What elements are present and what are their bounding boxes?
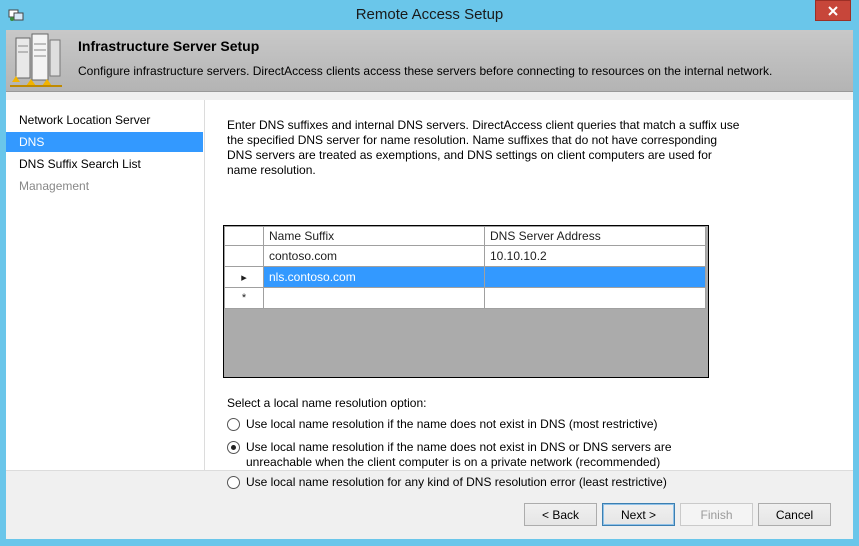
page-title: Infrastructure Server Setup	[78, 38, 260, 54]
content-pane: Enter DNS suffixes and internal DNS serv…	[205, 100, 853, 489]
table-row-selected[interactable]: ▸ nls.contoso.com	[224, 266, 706, 288]
nav-item-management: Management	[19, 179, 90, 193]
dns-server-cell[interactable]: 10.10.10.2	[484, 245, 706, 267]
window-title: Remote Access Setup	[355, 6, 504, 23]
dns-server-cell[interactable]	[484, 287, 706, 309]
radio-label[interactable]: Use local name resolution if the name do…	[246, 417, 658, 432]
nav-item-network-location-server[interactable]: Network Location Server	[6, 110, 203, 130]
resolution-option-label: Select a local name resolution option:	[227, 396, 427, 410]
dns-table: Name Suffix DNS Server Address contoso.c…	[224, 226, 706, 309]
name-suffix-cell[interactable]	[263, 287, 485, 309]
row-marker[interactable]	[224, 245, 264, 267]
wizard-nav: Network Location Server DNS DNS Suffix S…	[6, 100, 205, 470]
radio-option-most-restrictive[interactable]: Use local name resolution if the name do…	[227, 417, 687, 432]
title-bar: Remote Access Setup	[0, 0, 859, 30]
radio-label[interactable]: Use local name resolution for any kind o…	[246, 475, 667, 490]
close-button[interactable]	[815, 0, 851, 21]
table-header-row: Name Suffix DNS Server Address	[224, 226, 706, 246]
cancel-button[interactable]: Cancel	[758, 503, 831, 526]
radio-label[interactable]: Use local name resolution if the name do…	[246, 440, 687, 470]
table-row[interactable]: contoso.com 10.10.10.2	[224, 245, 706, 267]
table-row-new[interactable]: *	[224, 287, 706, 309]
finish-button: Finish	[680, 503, 753, 526]
new-row-asterisk-icon[interactable]: *	[224, 287, 264, 309]
radio-button[interactable]	[227, 476, 240, 489]
close-icon	[828, 5, 838, 16]
radio-button-checked[interactable]	[227, 441, 240, 454]
page-description: Configure infrastructure servers. Direct…	[78, 64, 773, 78]
name-suffix-cell[interactable]: nls.contoso.com	[263, 266, 485, 288]
wizard-header: Infrastructure Server Setup Configure in…	[6, 30, 853, 92]
name-suffix-cell[interactable]: contoso.com	[263, 245, 485, 267]
nav-item-dns[interactable]: DNS	[6, 132, 203, 152]
column-header-dns-server[interactable]: DNS Server Address	[484, 226, 706, 246]
nav-item-dns-suffix-search-list[interactable]: DNS Suffix Search List	[6, 154, 203, 174]
wizard-window: Infrastructure Server Setup Configure in…	[6, 30, 853, 539]
next-button[interactable]: Next >	[602, 503, 675, 526]
row-header-corner	[224, 226, 264, 246]
radio-button[interactable]	[227, 418, 240, 431]
dns-server-cell[interactable]	[484, 266, 706, 288]
radio-option-least-restrictive[interactable]: Use local name resolution for any kind o…	[227, 475, 687, 490]
footer-divider	[6, 470, 853, 471]
back-button[interactable]: < Back	[524, 503, 597, 526]
intro-text: Enter DNS suffixes and internal DNS serv…	[227, 118, 740, 177]
current-row-arrow-icon[interactable]: ▸	[224, 266, 264, 288]
dns-grid[interactable]: Name Suffix DNS Server Address contoso.c…	[223, 225, 709, 378]
radio-option-recommended[interactable]: Use local name resolution if the name do…	[227, 440, 687, 470]
column-header-name-suffix[interactable]: Name Suffix	[263, 226, 485, 246]
servers-icon	[10, 33, 62, 87]
